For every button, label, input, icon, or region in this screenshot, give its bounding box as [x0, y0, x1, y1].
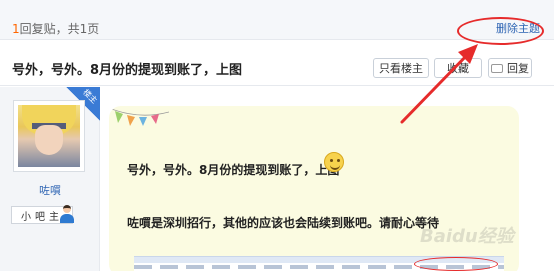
comment-icon	[491, 63, 503, 73]
author-name[interactable]: 咗嘪	[0, 182, 100, 198]
smiley-emoji-icon	[324, 152, 344, 172]
content-text-line1: 号外，号外。8月份的提现到账了，上图	[127, 163, 340, 177]
post-title-row: 号外，号外。8月份的提现到账了，上图 只看楼主 收藏 回复	[0, 49, 554, 86]
user-icon	[60, 204, 74, 224]
reply-count-label: 回复贴，共1页	[19, 22, 100, 36]
bunting-decoration	[109, 107, 169, 126]
baidu-watermark: Baidu经验	[420, 226, 514, 247]
avatar[interactable]	[13, 100, 85, 172]
highlight-ellipse	[457, 17, 544, 45]
author-panel: 楼主 咗嘪 小吧主	[0, 87, 100, 271]
avatar-image	[18, 105, 80, 167]
favorite-button[interactable]: 收藏	[434, 58, 482, 78]
reply-count-number: 1	[12, 22, 20, 36]
reply-count: 1回复贴，共1页	[12, 20, 99, 37]
reply-button-label: 回复	[507, 62, 529, 75]
only-op-button[interactable]: 只看楼主	[373, 58, 429, 78]
content-text-line2: 咗嘪是深圳招行，其他的应该也会陆续到账吧。请耐心等待	[127, 216, 440, 230]
image-highlight-ellipse	[414, 257, 498, 271]
post-title: 号外，号外。8月份的提现到账了，上图	[12, 63, 243, 78]
reply-button[interactable]: 回复	[488, 58, 532, 78]
